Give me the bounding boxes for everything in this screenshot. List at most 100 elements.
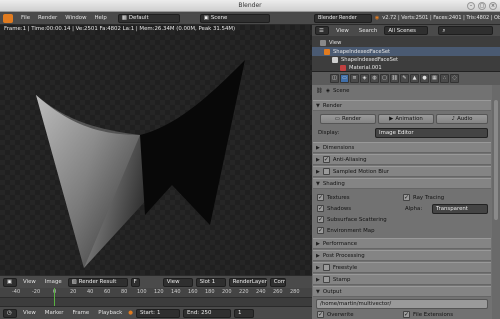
- menu-tl-view[interactable]: View: [20, 310, 39, 316]
- collapse-triangle-icon: ▶: [316, 252, 320, 259]
- collapse-triangle-icon: ▶: [316, 144, 320, 151]
- panel-performance-header[interactable]: ▶ Performance: [313, 238, 491, 249]
- envmap-checkbox[interactable]: ✓: [317, 227, 324, 234]
- outliner-search-input[interactable]: ⌕: [438, 26, 494, 35]
- playhead[interactable]: [54, 288, 55, 306]
- image-editor-viewport[interactable]: [0, 25, 312, 275]
- alpha-select[interactable]: Transparent: [432, 204, 488, 214]
- start-frame-field[interactable]: Start: 1: [136, 308, 181, 318]
- animation-button[interactable]: ▶ Animation: [378, 114, 434, 124]
- menu-file[interactable]: File: [18, 15, 33, 21]
- panel-stamp-header[interactable]: ▶ Stamp: [313, 274, 491, 285]
- render-icon[interactable]: ▭: [340, 74, 349, 83]
- material-icon: [340, 64, 346, 71]
- panel-dimensions-header[interactable]: ▶ Dimensions: [313, 142, 491, 153]
- image-browse-select[interactable]: ▧ Render Result: [67, 277, 128, 287]
- render-pass-select[interactable]: Comb: [269, 277, 286, 287]
- screen-layout-value: Default: [128, 15, 149, 21]
- view-mode-select[interactable]: View: [162, 277, 193, 287]
- screen-layout-select[interactable]: ▦ Default: [117, 13, 180, 23]
- shadows-option[interactable]: ✓ Shadows: [317, 205, 351, 212]
- freestyle-checkbox[interactable]: [322, 264, 330, 271]
- modifier-icon[interactable]: ✎: [400, 74, 409, 83]
- menu-help[interactable]: Help: [92, 15, 110, 21]
- render-button[interactable]: ▭ Render: [320, 114, 376, 124]
- outliner-editor-type[interactable]: ☰: [315, 26, 329, 35]
- outliner-scope-select[interactable]: All Scenes: [384, 26, 429, 35]
- physics-icon[interactable]: ◌: [450, 74, 459, 83]
- menu-outliner-view[interactable]: View: [333, 28, 352, 34]
- menu-marker[interactable]: Marker: [42, 310, 67, 316]
- scene-select[interactable]: ▣ Scene: [199, 13, 270, 23]
- panel-antialiasing-header[interactable]: ▶ ✓ Anti-Aliasing: [313, 154, 491, 165]
- scrollbar-thumb[interactable]: [494, 100, 498, 220]
- data-icon[interactable]: ▲: [410, 74, 419, 83]
- overwrite-checkbox[interactable]: ✓: [317, 311, 324, 318]
- textures-checkbox[interactable]: ✓: [317, 194, 324, 201]
- constraint-icon[interactable]: ⛓: [390, 74, 399, 83]
- menu-playback[interactable]: Playback: [95, 310, 125, 316]
- minimize-icon[interactable]: –: [467, 2, 475, 10]
- breadcrumb-label: Scene: [333, 88, 350, 94]
- render-layers-icon[interactable]: ≡: [350, 74, 359, 83]
- audio-button[interactable]: ♪ Audio: [436, 114, 488, 124]
- outliner-row[interactable]: Material.001: [312, 63, 500, 72]
- timeline-editor-type[interactable]: ◷: [3, 308, 17, 318]
- menu-image[interactable]: Image: [42, 279, 65, 285]
- blender-logo-icon[interactable]: [3, 13, 13, 23]
- menu-frame[interactable]: Frame: [69, 310, 92, 316]
- raytracing-checkbox[interactable]: ✓: [403, 194, 410, 201]
- end-frame-field[interactable]: End: 250: [183, 308, 232, 318]
- world-icon[interactable]: ◍: [370, 74, 379, 83]
- timeline-ruler[interactable]: -40 -20 0 20 40 60 80 100 120 140 160 18…: [0, 288, 312, 298]
- object-icon[interactable]: ▢: [380, 74, 389, 83]
- shadows-checkbox[interactable]: ✓: [317, 205, 324, 212]
- material-icon[interactable]: ●: [420, 74, 429, 83]
- menu-outliner-search[interactable]: Search: [356, 28, 381, 34]
- output-path-input[interactable]: /home/martin/multivector/: [316, 299, 488, 309]
- tick-label: 180: [205, 289, 215, 295]
- properties-scrollbar[interactable]: [492, 85, 500, 319]
- display-select[interactable]: Image Editor: [375, 128, 488, 138]
- raytracing-option[interactable]: ✓ Ray Tracing: [403, 194, 444, 201]
- outliner-row[interactable]: View: [312, 38, 500, 47]
- camera-icon[interactable]: ◫: [330, 74, 339, 83]
- overwrite-option[interactable]: ✓ Overwrite: [317, 311, 354, 318]
- panel-motion-blur-header[interactable]: ▶ Sampled Motion Blur: [313, 166, 491, 177]
- stamp-checkbox[interactable]: [322, 276, 330, 283]
- panel-render-header[interactable]: ▼ Render: [313, 100, 491, 111]
- panel-shading-header[interactable]: ▼ Shading: [313, 178, 491, 189]
- motion-blur-checkbox[interactable]: [322, 168, 330, 175]
- properties-context-bar: ◫ ▭ ≡ ◈ ◍ ▢ ⛓ ✎ ▲ ● ▦ ∴ ◌: [312, 72, 500, 85]
- textures-option[interactable]: ✓ Textures: [317, 194, 350, 201]
- file-extensions-checkbox[interactable]: ✓: [403, 311, 410, 318]
- panel-freestyle-header[interactable]: ▶ Freestyle: [313, 262, 491, 273]
- particles-icon[interactable]: ∴: [440, 74, 449, 83]
- editor-type-select[interactable]: ▣: [3, 277, 17, 287]
- scene-icon[interactable]: ◈: [360, 74, 369, 83]
- render-layer-select[interactable]: RenderLayer: [228, 277, 267, 287]
- fake-user-button[interactable]: F: [130, 277, 140, 287]
- overwrite-label: Overwrite: [327, 311, 354, 318]
- sss-checkbox[interactable]: ✓: [317, 216, 324, 223]
- envmap-option[interactable]: ✓ Environment Map: [317, 227, 375, 234]
- outliner-row-label: ShapeIndexedFaceSet: [333, 48, 391, 55]
- render-button-label: Render: [341, 116, 362, 122]
- maximize-icon[interactable]: ▢: [478, 2, 486, 10]
- texture-icon[interactable]: ▦: [430, 74, 439, 83]
- tick-label: 40: [87, 289, 94, 295]
- panel-output-header[interactable]: ▼ Output: [313, 286, 491, 297]
- slot-select[interactable]: Slot 1: [195, 277, 226, 287]
- close-icon[interactable]: ×: [489, 2, 497, 10]
- render-engine-select[interactable]: Blender Render: [314, 13, 372, 23]
- panel-postprocessing-header[interactable]: ▶ Post Processing: [313, 250, 491, 261]
- menu-render[interactable]: Render: [35, 15, 60, 21]
- menu-view[interactable]: View: [20, 279, 39, 285]
- layout-icon: ▦: [121, 15, 127, 21]
- record-icon[interactable]: ●: [128, 310, 133, 316]
- file-extensions-option[interactable]: ✓ File Extensions: [403, 311, 453, 318]
- current-frame-field[interactable]: 1: [234, 308, 255, 318]
- antialiasing-checkbox[interactable]: ✓: [322, 156, 330, 163]
- menu-window[interactable]: Window: [62, 15, 89, 21]
- sss-option[interactable]: ✓ Subsurface Scattering: [317, 216, 387, 223]
